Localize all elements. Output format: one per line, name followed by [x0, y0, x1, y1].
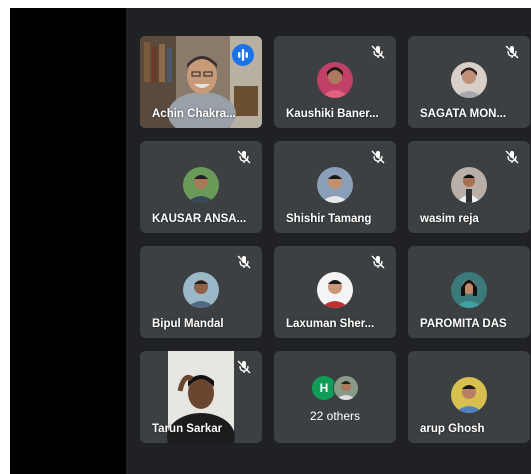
avatar — [451, 167, 487, 203]
participant-tile-laxuman[interactable]: Laxuman Sher... — [274, 246, 396, 338]
mic-off-icon — [505, 45, 519, 59]
mic-off-icon — [237, 360, 251, 374]
participant-tile-wasim[interactable]: wasim reja — [408, 141, 530, 233]
avatar — [317, 272, 353, 308]
avatar — [183, 167, 219, 203]
avatar — [451, 377, 487, 413]
participant-name: Shishir Tamang — [286, 213, 372, 225]
participant-name: Bipul Mandal — [152, 318, 224, 330]
others-avatars: H — [274, 375, 396, 401]
audio-level-icon — [232, 44, 254, 66]
participant-tile-shishir[interactable]: Shishir Tamang — [274, 141, 396, 233]
participant-tile-bipul[interactable]: Bipul Mandal — [140, 246, 262, 338]
participant-name: Achin Chakra... — [152, 108, 236, 120]
participant-name: KAUSAR ANSA... — [152, 213, 247, 225]
avatar — [183, 272, 219, 308]
participant-tile-paromita[interactable]: PAROMITA DAS — [408, 246, 530, 338]
participant-tile-tarun[interactable]: Tarun Sarkar — [140, 351, 262, 443]
mic-off-icon — [371, 255, 385, 269]
mic-off-icon — [371, 45, 385, 59]
participant-name: Laxuman Sher... — [286, 318, 375, 330]
meeting-grid: Achin Chakra... Kaushiki Baner... SAGATA… — [126, 8, 531, 474]
participant-name: arup Ghosh — [420, 423, 485, 435]
participant-name: Tarun Sarkar — [152, 423, 223, 435]
participant-name: wasim reja — [420, 213, 479, 225]
avatar — [317, 167, 353, 203]
mic-off-icon — [371, 150, 385, 164]
participant-tile-kaushiki[interactable]: Kaushiki Baner... — [274, 36, 396, 128]
mic-off-icon — [237, 255, 251, 269]
mic-off-icon — [505, 150, 519, 164]
avatar — [333, 375, 359, 401]
participant-name: PAROMITA DAS — [420, 318, 507, 330]
participant-tile-arup[interactable]: arup Ghosh — [408, 351, 530, 443]
participant-name: SAGATA MON... — [420, 108, 507, 120]
participant-tile-kausar[interactable]: KAUSAR ANSA... — [140, 141, 262, 233]
participant-tile-sagata[interactable]: SAGATA MON... — [408, 36, 530, 128]
avatar — [451, 272, 487, 308]
participant-name: Kaushiki Baner... — [286, 108, 379, 120]
others-count: 22 others — [309, 409, 361, 423]
mic-off-icon — [237, 150, 251, 164]
left-panel — [10, 8, 126, 474]
others-tile[interactable]: H 22 others — [274, 351, 396, 443]
participant-tile-achin[interactable]: Achin Chakra... — [140, 36, 262, 128]
avatar — [317, 62, 353, 98]
avatar — [451, 62, 487, 98]
